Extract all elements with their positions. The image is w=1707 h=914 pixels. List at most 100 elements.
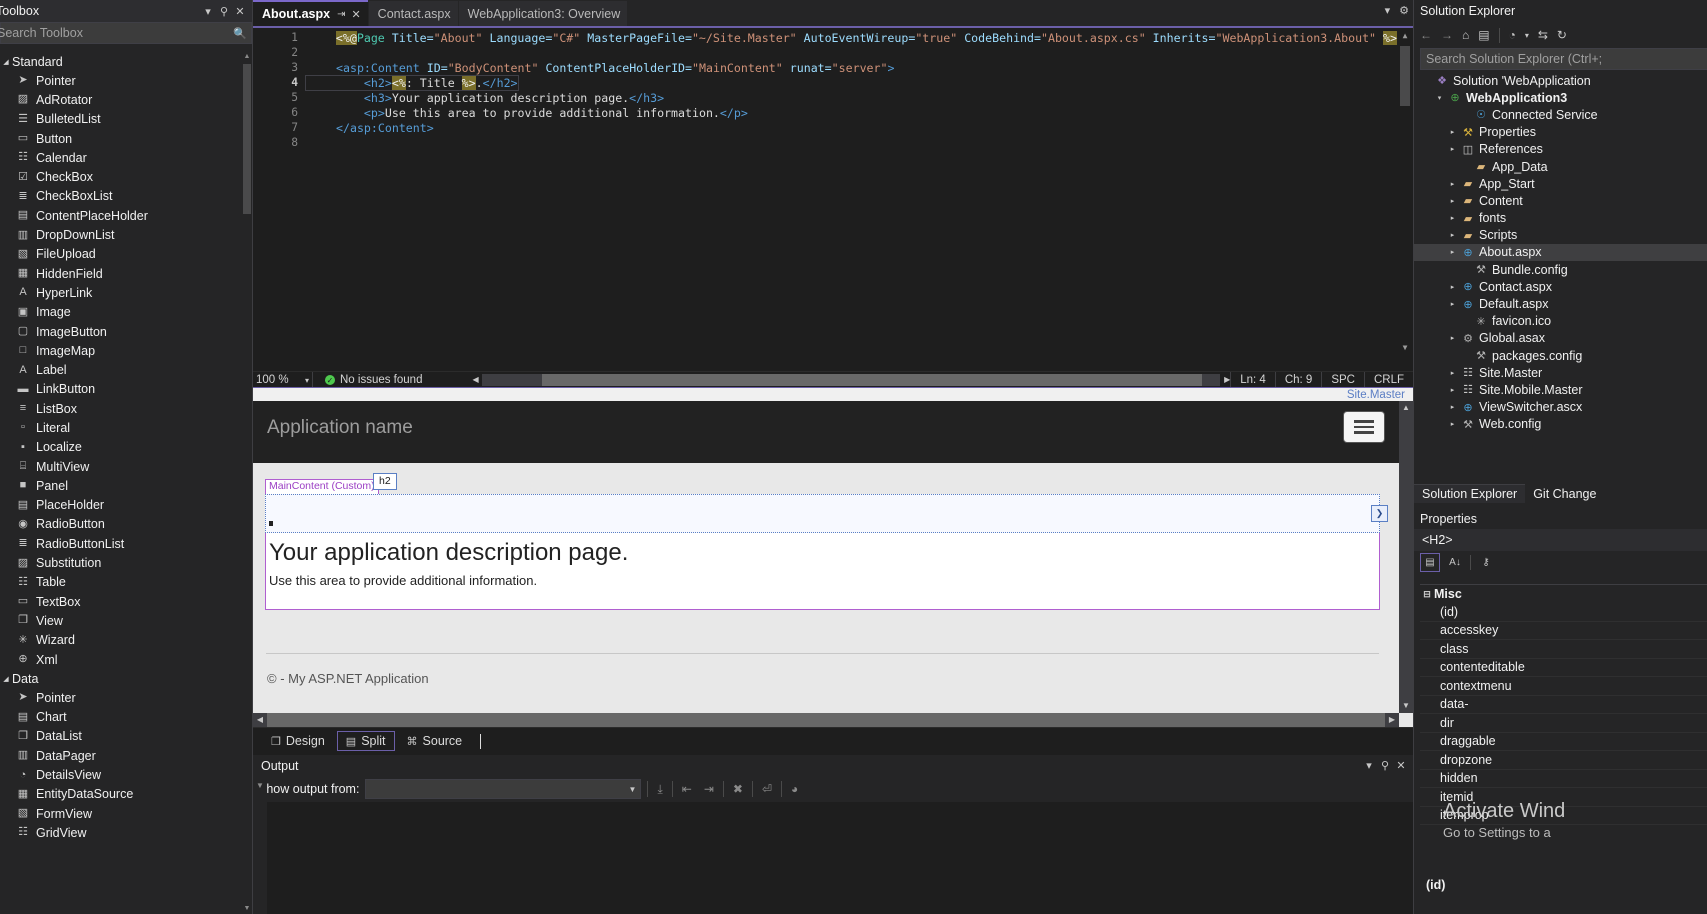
expander-icon[interactable]: ▸ [1446, 386, 1459, 394]
scrollbar-thumb[interactable] [542, 374, 1203, 386]
toolbox-group-data[interactable]: ◢ Data [0, 669, 242, 688]
expander-icon[interactable]: ▸ [1446, 145, 1459, 153]
expander-icon[interactable]: ▸ [1446, 403, 1459, 411]
code-editor[interactable]: 1 <%@Page Title="About" Language="C#" Ma… [253, 26, 1413, 371]
designer-view-tabs[interactable]: ❐ Design ▤ Split ⌘ Source [253, 727, 1413, 754]
panel-tab-git-change[interactable]: Git Change [1525, 485, 1604, 503]
output-gutter[interactable]: ▼ [253, 781, 267, 914]
tree-node-scripts[interactable]: ▸ ▰ Scripts [1414, 227, 1707, 244]
property-row-class[interactable]: class [1420, 640, 1707, 659]
toolbox-item-bulletedlist[interactable]: ☰ BulletedList [0, 110, 242, 129]
toolbox-item-listbox[interactable]: ≡ ListBox [0, 399, 242, 418]
close-icon[interactable]: ✕ [351, 8, 360, 21]
scrollbar-thumb[interactable] [243, 64, 251, 214]
tree-node-content[interactable]: ▸ ▰ Content [1414, 192, 1707, 209]
toolbox-item-label[interactable]: A Label [0, 360, 242, 379]
toolbox-item-fileupload[interactable]: ▧ FileUpload [0, 245, 242, 264]
expander-icon[interactable]: ◢ [0, 675, 12, 683]
toolbox-item-xml[interactable]: ⊕ Xml [0, 650, 242, 669]
toolbox-item-literal[interactable]: ▫ Literal [0, 418, 242, 437]
tree-node-references[interactable]: ▸ ◫ References [1414, 141, 1707, 158]
expander-icon[interactable]: ▸ [1446, 180, 1459, 188]
document-tab-about-aspx[interactable]: About.aspx ⇥ ✕ [253, 0, 368, 26]
toolbox-item-chart[interactable]: ▤ Chart [0, 708, 242, 727]
scroll-down-icon[interactable]: ▼ [1397, 340, 1413, 355]
tree-node-app-start[interactable]: ▸ ▰ App_Start [1414, 175, 1707, 192]
h2-tag-label[interactable]: h2 [373, 473, 397, 490]
toolbox-item-datalist[interactable]: ❐ DataList [0, 727, 242, 746]
toolbox-item-radiobuttonlist[interactable]: ≣ RadioButtonList [0, 534, 242, 553]
toolbox-group-standard[interactable]: ◢ Standard [0, 52, 242, 71]
panel-tab-solution-explorer[interactable]: Solution Explorer [1414, 484, 1526, 503]
solution-tree[interactable]: ❖ Solution 'WebApplication ▾ ⊕ WebApplicatio… [1414, 72, 1707, 472]
placeholder-box[interactable]: ❯ Your application description page. Use… [265, 494, 1388, 610]
property-pages-icon[interactable]: ⚷ [1477, 554, 1495, 571]
chevron-right-icon[interactable]: ❯ [1371, 505, 1388, 522]
toolbox-item-formview[interactable]: ▧ FormView [0, 804, 242, 823]
tree-node-web-config[interactable]: ▸ ⚒ Web.config [1414, 416, 1707, 433]
toolbox-item-pointer[interactable]: ➤ Pointer [0, 688, 242, 707]
pending-changes-icon[interactable]: ◔ [1509, 28, 1516, 42]
toolbox-item-imagebutton[interactable]: ▢ ImageButton [0, 322, 242, 341]
design-vertical-scrollbar[interactable]: ▲ ▼ [1399, 401, 1413, 713]
toolbox-item-detailsview[interactable]: ◔ DetailsView [0, 765, 242, 784]
toolbox-item-view[interactable]: ❐ View [0, 611, 242, 630]
tree-node-connected-service[interactable]: ☉ Connected Service [1414, 106, 1707, 123]
toolbox-item-hyperlink[interactable]: A HyperLink [0, 283, 242, 302]
go-to-previous-icon[interactable]: ⇤ [679, 782, 695, 796]
toolbox-item-contentplaceholder[interactable]: ▤ ContentPlaceHolder [0, 206, 242, 225]
output-text-area[interactable] [267, 802, 1413, 914]
hamburger-menu-icon[interactable] [1343, 411, 1385, 443]
toolbox-item-textbox[interactable]: ▭ TextBox [0, 592, 242, 611]
scrollbar-thumb[interactable] [267, 713, 1385, 727]
show-timestamps-icon[interactable]: ◕ [788, 782, 801, 796]
toolbox-scrollbar[interactable]: ▲ ▼ [242, 52, 252, 914]
toolbox-item-list[interactable]: ◢ Standard ➤ Pointer ▨ AdRotator ☰ BulletedList… [0, 52, 242, 914]
scroll-right-icon[interactable]: ▶ [1385, 713, 1399, 727]
close-icon[interactable]: ✕ [232, 5, 248, 18]
properties-object-selector[interactable]: <H2> [1414, 529, 1707, 551]
toolbox-item-entitydatasource[interactable]: ▦ EntityDataSource [0, 785, 242, 804]
back-icon[interactable]: ← [1420, 28, 1432, 42]
toolbox-item-checkboxlist[interactable]: ≣ CheckBoxList [0, 187, 242, 206]
expander-icon[interactable]: ▸ [1446, 214, 1459, 222]
tree-node-site-mobile-master[interactable]: ▸ ☷ Site.Mobile.Master [1414, 381, 1707, 398]
toolbox-item-gridview[interactable]: ☷ GridView [0, 823, 242, 842]
tree-node-bundle-config[interactable]: ⚒ Bundle.config [1414, 261, 1707, 278]
toolbox-item-substitution[interactable]: ▨ Substitution [0, 553, 242, 572]
content-placeholder-region[interactable]: MainContent (Custom) h2 ❯ Your applicati… [265, 473, 1388, 610]
alphabetical-sort-icon[interactable]: A↓ [1446, 554, 1464, 571]
editor-vertical-scrollbar[interactable]: ▲ ▼ [1397, 28, 1413, 355]
chevron-down-icon[interactable]: ▾ [1361, 759, 1377, 772]
toolbox-search-input[interactable]: Search Toolbox 🔍 [0, 22, 252, 44]
chevron-down-icon[interactable]: ▾ [305, 376, 309, 385]
design-heading[interactable]: Your application description page. [266, 533, 1379, 571]
property-row-hidden[interactable]: hidden [1420, 770, 1707, 788]
view-tab-source[interactable]: ⌘ Source [399, 732, 471, 750]
expander-icon[interactable]: ▸ [1446, 197, 1459, 205]
categorized-icon[interactable]: ▤ [1420, 552, 1440, 572]
scroll-up-icon[interactable]: ▲ [1399, 401, 1413, 415]
design-paragraph[interactable]: Use this area to provide additional info… [266, 571, 1379, 594]
toolbox-item-checkbox[interactable]: ☑ CheckBox [0, 167, 242, 186]
h2-selected-region[interactable]: ❯ [265, 494, 1388, 533]
refresh-icon[interactable]: ↻ [1557, 28, 1567, 42]
clear-all-icon[interactable]: ✖ [730, 782, 746, 796]
toolbox-item-pointer[interactable]: ➤ Pointer [0, 71, 242, 90]
chevron-down-icon[interactable]: ▼ [629, 785, 637, 794]
pin-icon[interactable]: ⇥ [337, 9, 345, 20]
search-icon[interactable]: 🔍 [233, 27, 247, 40]
solution-explorer-bottom-tabs[interactable]: Solution Explorer Git Change [1414, 484, 1604, 503]
property-row-draggable[interactable]: draggable [1420, 733, 1707, 751]
tree-node-fonts[interactable]: ▸ ▰ fonts [1414, 210, 1707, 227]
toolbox-item-placeholder[interactable]: ▤ PlaceHolder [0, 496, 242, 515]
tree-node-properties[interactable]: ▸ ⚒ Properties [1414, 124, 1707, 141]
toolbox-item-imagemap[interactable]: □ ImageMap [0, 341, 242, 360]
show-output-from-select[interactable]: ▼ [365, 779, 642, 799]
expander-icon[interactable]: ▸ [1446, 369, 1459, 377]
tree-node-contact-aspx[interactable]: ▸ ⊕ Contact.aspx [1414, 278, 1707, 295]
toggle-word-wrap-icon[interactable]: ⏎ [759, 782, 775, 796]
expander-icon[interactable]: ▸ [1446, 300, 1459, 308]
toolbox-item-linkbutton[interactable]: ▬ LinkButton [0, 380, 242, 399]
tree-node-global-asax[interactable]: ▸ ⚙ Global.asax [1414, 330, 1707, 347]
